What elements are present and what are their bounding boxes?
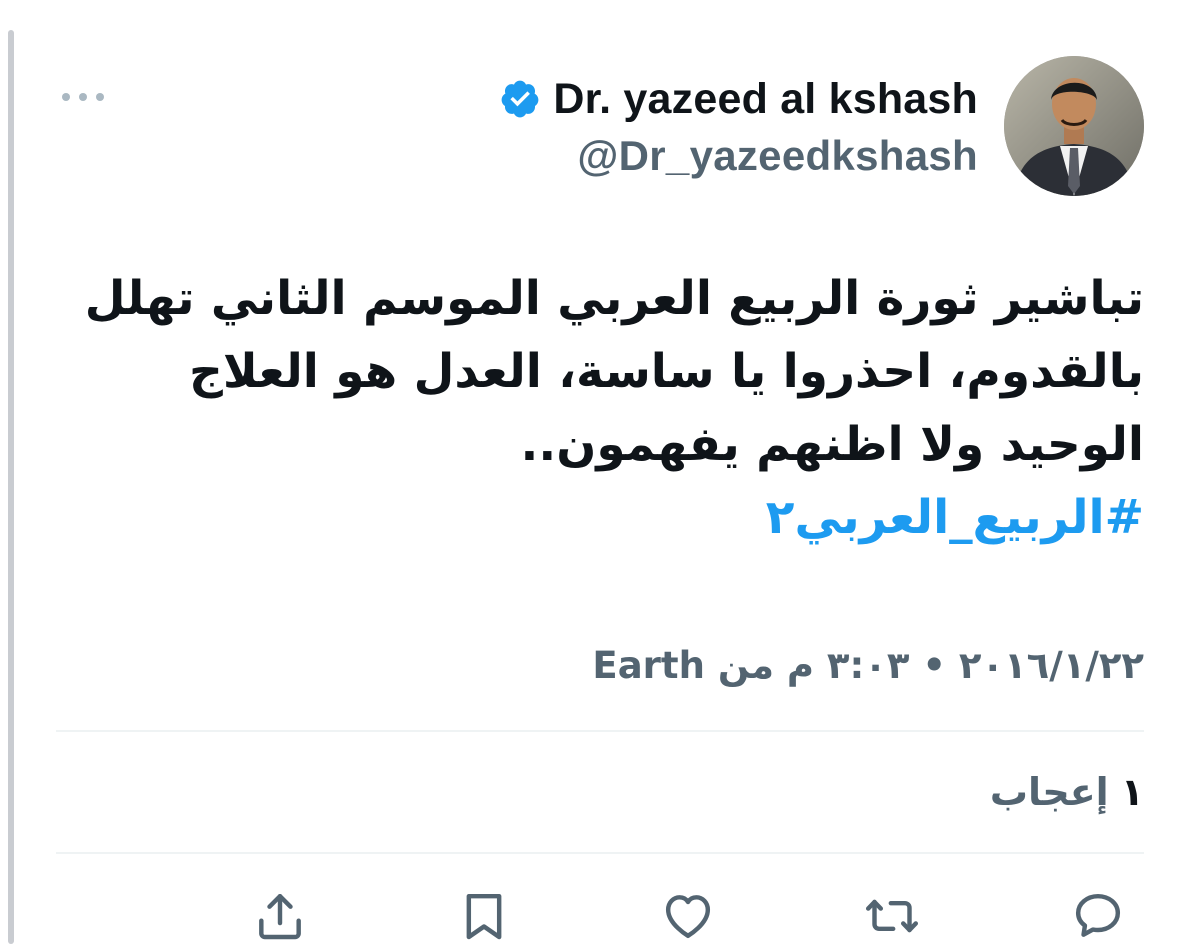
tweet-timestamp[interactable]: ٢٠١٦/١/٢٢ • ٣:٠٣ م من Earth <box>592 636 1144 696</box>
like-button[interactable] <box>660 888 716 944</box>
divider <box>56 852 1144 854</box>
share-icon <box>259 893 301 940</box>
tweet-text-line: بالقدوم، احذروا يا ساسة، العدل هو العلاج <box>189 344 1144 399</box>
author-name-row: Dr. yazeed al kshash <box>499 72 978 126</box>
author-display-name[interactable]: Dr. yazeed al kshash <box>553 75 978 124</box>
author-handle[interactable]: @Dr_yazeedkshash <box>499 132 978 180</box>
like-icon <box>665 895 711 939</box>
reply-icon <box>1075 893 1121 937</box>
divider <box>56 730 1144 732</box>
retweet-button[interactable] <box>864 888 920 944</box>
likes-number: ١ <box>1120 770 1144 814</box>
likes-label: إعجاب <box>989 770 1109 814</box>
share-button[interactable] <box>252 888 308 944</box>
tweet-text-line: تباشير ثورة الربيع العربي الموسم الثاني … <box>84 271 1144 326</box>
scroll-indicator[interactable] <box>8 30 14 944</box>
bookmark-icon <box>466 893 502 940</box>
retweet-icon <box>865 899 919 933</box>
bookmark-button[interactable] <box>456 888 512 944</box>
avatar[interactable] <box>1004 56 1144 196</box>
verified-badge-icon <box>501 80 539 118</box>
tweet-card: Dr. yazeed al kshash @Dr_yazeedkshash تب… <box>56 0 1144 944</box>
tweet-text-line: الوحيد ولا اظنهم يفهمون.. <box>520 417 1144 472</box>
reply-button[interactable] <box>1070 888 1126 944</box>
hashtag-link[interactable]: #الربيع_العربي٢ <box>84 481 1144 554</box>
tweet-body: تباشير ثورة الربيع العربي الموسم الثاني … <box>84 262 1144 554</box>
more-options-icon[interactable] <box>62 82 104 112</box>
likes-count[interactable]: ١ إعجاب <box>990 762 1144 822</box>
author-identity[interactable]: Dr. yazeed al kshash @Dr_yazeedkshash <box>499 72 978 180</box>
avatar-photo <box>1004 56 1144 196</box>
